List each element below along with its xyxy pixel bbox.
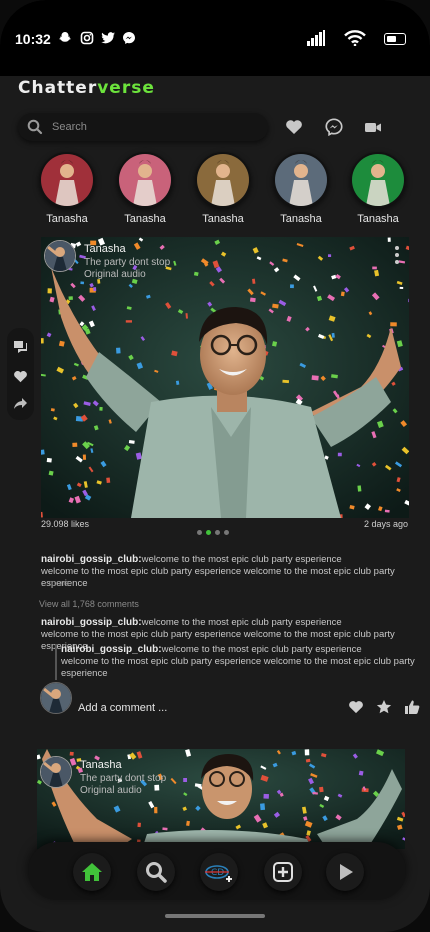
cd-icon[interactable]: CD	[200, 853, 238, 891]
story-name: Tanasha	[46, 213, 88, 225]
search-icon	[27, 119, 43, 140]
home-indicator[interactable]	[165, 914, 265, 918]
story-avatar	[273, 152, 329, 208]
battery-icon	[384, 33, 406, 45]
search-bar[interactable]: Search	[18, 113, 268, 141]
more-link[interactable]: ...more	[41, 578, 69, 588]
story-avatar	[117, 152, 173, 208]
post-username[interactable]: Tanasha	[84, 243, 126, 255]
reply-line2: welcome to the most epic club party espe…	[61, 656, 415, 679]
thumbs-up-icon[interactable]	[403, 698, 421, 716]
post-avatar[interactable]	[44, 240, 76, 272]
messenger-icon[interactable]	[323, 116, 345, 138]
story-item[interactable]: Tanasha	[193, 152, 253, 225]
twitter-icon	[101, 31, 117, 47]
story-item[interactable]: Tanasha	[115, 152, 175, 225]
post-time: 2 days ago	[363, 519, 408, 529]
like-icon[interactable]	[13, 369, 28, 384]
likes-count[interactable]: 29.098 likes	[41, 519, 89, 529]
story-item[interactable]: Tanasha	[37, 152, 97, 225]
post-caption: nairobi_gossip_club:welcome to the most …	[41, 554, 416, 590]
caption-user[interactable]: nairobi_gossip_club:	[41, 554, 142, 565]
status-time: 10:32	[15, 31, 51, 47]
story-name: Tanasha	[357, 213, 399, 225]
logo-text-b: verse	[97, 78, 155, 98]
carousel-dot	[215, 530, 220, 535]
instagram-icon	[80, 31, 96, 47]
bottom-nav: CD	[28, 842, 406, 900]
reply-line1: welcome to the most epic club party espe…	[161, 644, 362, 655]
story-item[interactable]: Tanasha	[271, 152, 331, 225]
comment-line1: welcome to the most epic club party espe…	[141, 617, 342, 628]
carousel-dot	[206, 530, 211, 535]
story-avatar	[195, 152, 251, 208]
status-bar: 10:32	[0, 0, 430, 76]
wifi-icon	[344, 30, 366, 51]
story-item[interactable]: Tanasha	[348, 152, 408, 225]
home-icon[interactable]	[73, 853, 111, 891]
search-placeholder: Search	[52, 121, 87, 133]
comment-reply: nairobi_gossip_club:welcome to the most …	[55, 644, 421, 680]
story-avatar	[39, 152, 95, 208]
star-icon[interactable]	[375, 698, 393, 716]
comments-icon[interactable]	[13, 339, 28, 354]
caption-line1: welcome to the most epic club party espe…	[141, 554, 342, 565]
caption-line2: welcome to the most epic club party espe…	[41, 566, 395, 589]
play-icon[interactable]	[326, 853, 364, 891]
logo-text-a: Chatter	[18, 78, 98, 98]
messenger-status-icon	[122, 31, 138, 47]
heart-icon[interactable]	[283, 116, 305, 138]
add-icon[interactable]	[264, 853, 302, 891]
share-icon[interactable]	[13, 396, 28, 411]
search-nav-icon[interactable]	[137, 853, 175, 891]
snapchat-icon	[58, 31, 74, 47]
post2-username[interactable]: Tanasha	[80, 759, 122, 771]
carousel-dot	[197, 530, 202, 535]
post2-subtitle: The party dont stop	[80, 773, 167, 784]
post2-avatar[interactable]	[40, 756, 72, 788]
post-subtitle: The party dont stop	[84, 257, 171, 268]
add-comment-input[interactable]: Add a comment ...	[78, 702, 167, 714]
carousel-indicator	[197, 522, 233, 535]
post-audio[interactable]: Original audio	[84, 269, 146, 280]
more-options-icon[interactable]	[394, 246, 400, 268]
view-all-comments[interactable]: View all 1,768 comments	[39, 599, 139, 609]
story-name: Tanasha	[124, 213, 166, 225]
story-name: Tanasha	[202, 213, 244, 225]
phone-screen: 10:32 Chatterverse Search Tanasha Tanash…	[0, 0, 430, 932]
post2-audio[interactable]: Original audio	[80, 785, 142, 796]
story-name: Tanasha	[280, 213, 322, 225]
reply-user[interactable]: nairobi_gossip_club:	[61, 644, 162, 655]
svg-text:CD: CD	[211, 868, 224, 878]
side-action-rail	[7, 328, 34, 420]
my-avatar	[40, 682, 72, 714]
like-post-icon[interactable]	[347, 698, 365, 716]
carousel-dot	[224, 530, 229, 535]
video-icon[interactable]	[362, 116, 384, 138]
story-avatar	[350, 152, 406, 208]
comment-user[interactable]: nairobi_gossip_club:	[41, 617, 142, 628]
app-logo[interactable]: Chatterverse	[18, 78, 155, 100]
signal-icon	[306, 30, 326, 51]
